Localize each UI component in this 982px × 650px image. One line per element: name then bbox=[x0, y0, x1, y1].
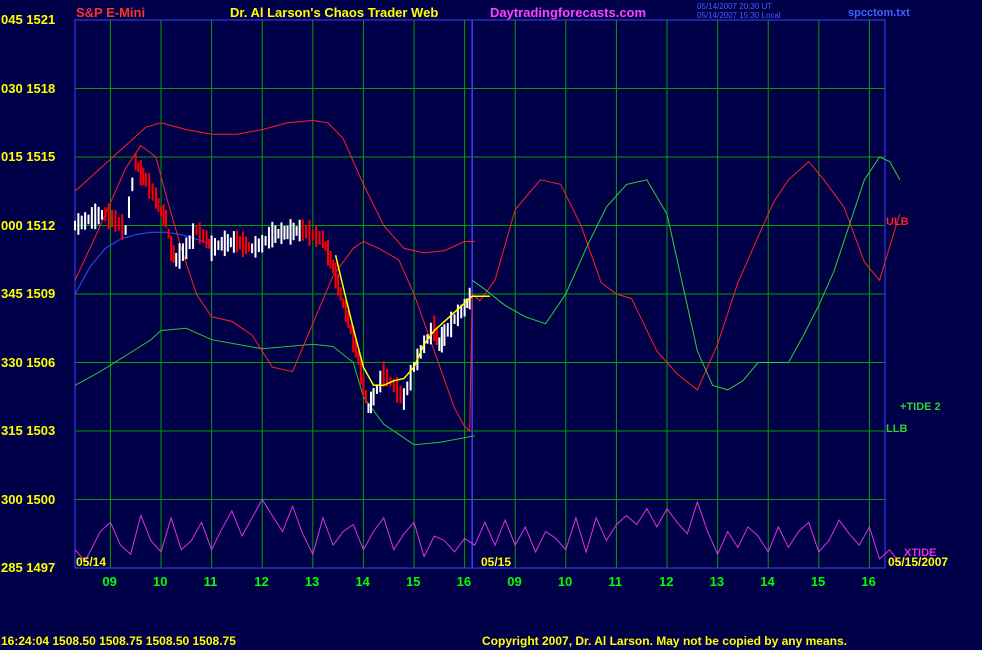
x-tick-label: 09 bbox=[507, 574, 522, 589]
x-tick-label: 14 bbox=[760, 574, 775, 589]
y-tick-label: 045 1521 bbox=[1, 12, 56, 27]
y-tick-label: 315 1503 bbox=[1, 423, 56, 438]
tide-green-line bbox=[471, 156, 901, 391]
x-tick-label: 10 bbox=[557, 574, 573, 589]
y-tick-label: 300 1500 bbox=[1, 491, 56, 507]
tide-red-line bbox=[74, 144, 901, 433]
time-utc: 05/14/2007 20:30 UT bbox=[697, 2, 773, 11]
y-tick-label: 345 1509 bbox=[1, 286, 56, 301]
blue-line bbox=[74, 231, 212, 295]
copyright: Copyright 2007, Dr. Al Larson. May not b… bbox=[482, 634, 847, 648]
y-tick-label: 000 1512 bbox=[1, 217, 56, 233]
chart-canvas bbox=[74, 19, 901, 569]
y-tick-label: 030 1518 bbox=[1, 80, 56, 96]
xtide-label: XTIDE bbox=[904, 547, 937, 559]
quote-line: 16:24:04 1508.50 1508.75 1508.50 1508.75 bbox=[1, 634, 236, 648]
llb-line bbox=[74, 327, 475, 446]
date-label-day2: 05/15 bbox=[481, 555, 512, 569]
x-tick-label: 13 bbox=[304, 574, 320, 589]
date-label-day1: 05/14 bbox=[76, 555, 107, 569]
x-tick-label: 15 bbox=[406, 574, 421, 589]
x-tick-label: 11 bbox=[608, 574, 623, 589]
symbol-title: S&P E-Mini bbox=[76, 5, 146, 20]
x-tick-label: 12 bbox=[659, 574, 674, 589]
tide-label: +TIDE 2 bbox=[900, 401, 941, 413]
y-tick-label: 285 1497 bbox=[1, 560, 56, 575]
file-name: spcctom.txt bbox=[848, 7, 910, 19]
ulb-label: ULB bbox=[886, 216, 909, 228]
y-tick-label: 015 1515 bbox=[1, 149, 56, 164]
x-tick-label: 09 bbox=[102, 574, 117, 589]
x-tick-label: 16 bbox=[861, 574, 876, 589]
x-tick-label: 10 bbox=[153, 574, 168, 589]
x-tick-label: 16 bbox=[456, 574, 472, 589]
x-tick-label: 12 bbox=[254, 574, 269, 589]
x-tick-label: 11 bbox=[203, 574, 218, 589]
y-tick-label: 330 1506 bbox=[1, 354, 56, 370]
chart-title: Dr. Al Larson's Chaos Trader Web bbox=[230, 5, 439, 20]
time-local: 05/14/2007 15:30 Local bbox=[697, 11, 781, 20]
x-tick-label: 14 bbox=[355, 574, 370, 589]
x-tick-label: 13 bbox=[709, 574, 725, 589]
xtide-line bbox=[74, 498, 901, 564]
site-link[interactable]: Daytradingforecasts.com bbox=[490, 5, 646, 20]
average-line bbox=[334, 255, 490, 387]
llb-label: LLB bbox=[886, 423, 908, 435]
x-tick-label: 15 bbox=[810, 574, 826, 589]
